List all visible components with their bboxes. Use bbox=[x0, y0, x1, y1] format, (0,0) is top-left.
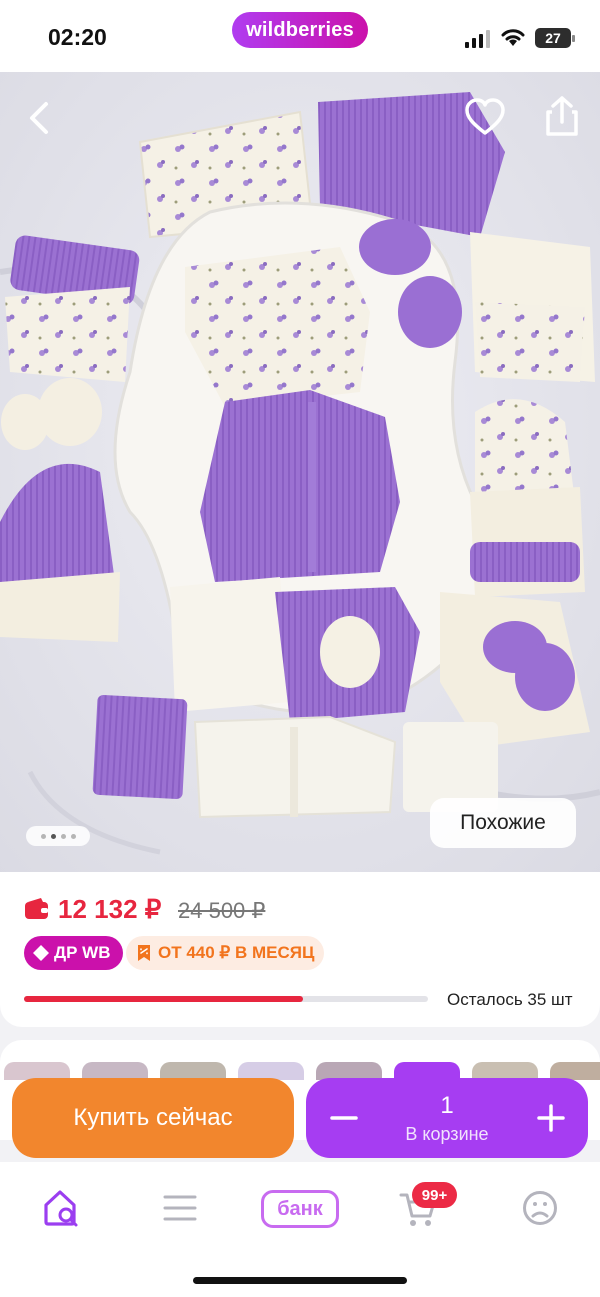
status-bar: 02:20 wildberries 27 bbox=[0, 0, 600, 72]
cart-quantity-control: 1 В корзине bbox=[306, 1078, 588, 1158]
plus-icon[interactable] bbox=[534, 1096, 568, 1140]
back-chevron-icon[interactable] bbox=[22, 96, 58, 140]
home-indicator bbox=[193, 1277, 407, 1284]
heart-icon[interactable] bbox=[464, 96, 506, 140]
share-icon[interactable] bbox=[540, 94, 584, 140]
home-search-icon[interactable] bbox=[42, 1188, 80, 1228]
old-price: 24 500 ₽ bbox=[178, 898, 266, 923]
carousel-dot-active bbox=[50, 833, 56, 839]
cellular-signal-icon bbox=[465, 30, 490, 48]
product-image[interactable]: Похожие bbox=[0, 72, 600, 872]
buy-now-button[interactable]: Купить сейчас bbox=[12, 1078, 294, 1158]
carousel-dots[interactable] bbox=[26, 826, 90, 846]
stock-progress-fill bbox=[24, 996, 303, 1002]
battery-indicator: 27 bbox=[535, 28, 575, 48]
wifi-icon bbox=[501, 29, 525, 46]
birthday-badge-label: ДР WB bbox=[54, 943, 111, 962]
profile-icon[interactable] bbox=[522, 1190, 558, 1226]
similar-button[interactable]: Похожие bbox=[430, 798, 576, 848]
installment-icon bbox=[138, 945, 150, 961]
current-price: 12 132 ₽ bbox=[58, 894, 162, 924]
carousel-dot bbox=[70, 833, 76, 839]
price-card: 12 132 ₽ 24 500 ₽ ДР WB ОТ 440 ₽ В МЕСЯЦ… bbox=[0, 872, 600, 1027]
wildberries-pill[interactable]: wildberries bbox=[232, 12, 368, 48]
installment-badge[interactable]: ОТ 440 ₽ В МЕСЯЦ bbox=[126, 936, 325, 970]
installment-badge-label: ОТ 440 ₽ В МЕСЯЦ bbox=[158, 943, 315, 962]
carousel-dot bbox=[40, 833, 46, 839]
carousel-dot bbox=[60, 833, 66, 839]
birthday-badge[interactable]: ДР WB bbox=[24, 936, 123, 970]
product-photo bbox=[0, 72, 600, 872]
stock-progress-bar bbox=[24, 996, 428, 1002]
wallet-icon bbox=[25, 898, 48, 919]
bank-tab[interactable]: банк bbox=[261, 1190, 339, 1228]
menu-icon[interactable] bbox=[162, 1192, 198, 1224]
cart-count-badge: 99+ bbox=[412, 1182, 457, 1208]
tag-icon bbox=[33, 945, 49, 961]
stock-remaining: Осталось 35 шт bbox=[447, 990, 573, 1009]
status-time: 02:20 bbox=[48, 24, 107, 50]
